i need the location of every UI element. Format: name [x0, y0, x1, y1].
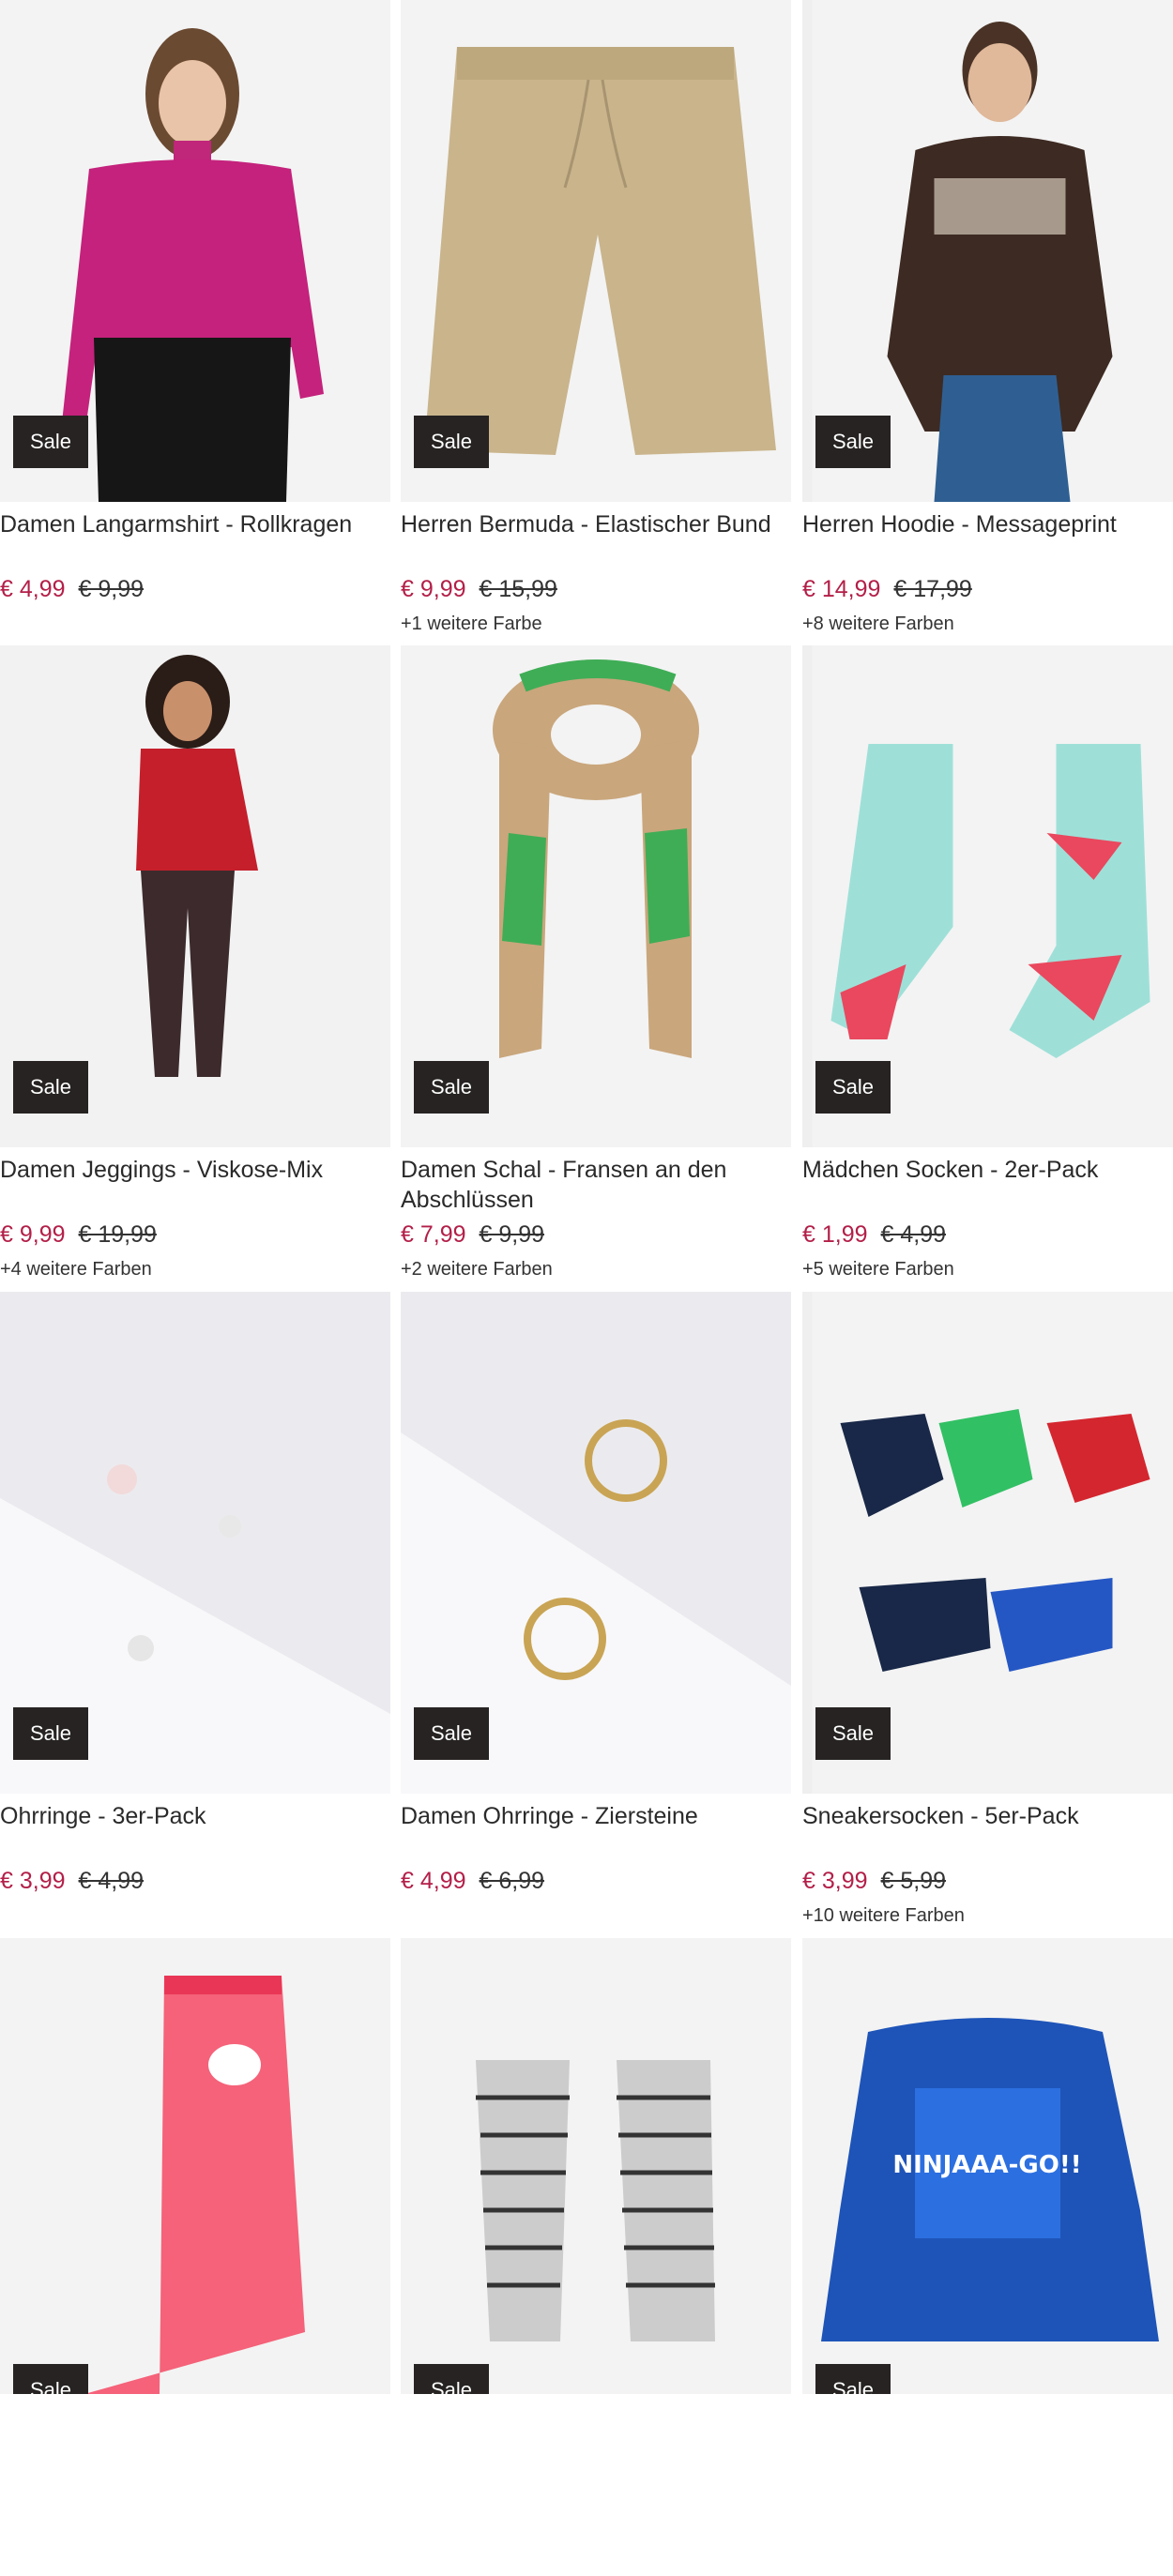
product-image[interactable]: Sale — [0, 1292, 390, 1794]
product-title[interactable]: Damen Schal - Fransen an den Abschlüssen — [401, 1155, 785, 1215]
product-title[interactable]: Sneakersocken - 5er-Pack — [802, 1801, 1173, 1831]
product-image[interactable]: Sale — [0, 645, 390, 1147]
product-title[interactable]: Damen Jeggings - Viskose-Mix — [0, 1155, 399, 1185]
sale-badge: Sale — [815, 2364, 891, 2394]
product-image[interactable]: Sale — [802, 0, 1173, 502]
sale-badge: Sale — [414, 1061, 489, 1114]
product-card[interactable]: Sale Herren Bermuda - Elastischer Bund €… — [401, 0, 791, 638]
price-row: € 1,99 € 4,99 — [802, 1221, 946, 1253]
original-price: € 9,99 — [79, 576, 145, 608]
sale-badge: Sale — [13, 1707, 88, 1760]
product-card[interactable]: Sale Damen Ohrringe - Ziersteine € 4,99 … — [401, 1292, 791, 1930]
sale-price: € 14,99 — [802, 576, 880, 608]
sale-badge: Sale — [815, 416, 891, 468]
product-image[interactable]: Sale — [802, 1292, 1173, 1794]
product-card[interactable]: Sale Mädchen Socken - 2er-Pack € 1,99 € … — [802, 645, 1173, 1283]
more-colors[interactable]: +4 weitere Farben — [0, 1259, 152, 1280]
product-card[interactable]: Sale Ohrringe - 3er-Pack € 3,99 € 4,99 — [0, 1292, 390, 1930]
product-image[interactable]: Sale — [401, 1292, 791, 1794]
product-card[interactable]: Sale Sneakersocken - 5er-Pack € 3,99 € 5… — [802, 1292, 1173, 1930]
product-image[interactable]: Sale — [401, 645, 791, 1147]
product-title[interactable]: Herren Hoodie - Messageprint — [802, 509, 1173, 539]
original-price: € 15,99 — [480, 576, 557, 608]
product-card[interactable]: Sale Damen Langarmshirt - Rollkragen € 4… — [0, 0, 390, 638]
price-row: € 9,99 € 19,99 — [0, 1221, 157, 1253]
svg-text:NINJAAA-GO!!: NINJAAA-GO!! — [892, 2151, 1081, 2179]
original-price: € 4,99 — [881, 1221, 947, 1253]
sale-price: € 4,99 — [401, 1868, 466, 1900]
product-image[interactable]: Sale — [0, 0, 390, 502]
sale-price: € 1,99 — [802, 1221, 868, 1253]
sale-badge: Sale — [414, 416, 489, 468]
original-price: € 19,99 — [79, 1221, 157, 1253]
sale-price: € 9,99 — [0, 1221, 66, 1253]
product-image[interactable]: NINJAAA-GO!! Sale — [802, 1938, 1173, 2394]
more-colors[interactable]: +8 weitere Farben — [802, 614, 954, 635]
price-row: € 3,99 € 4,99 — [0, 1868, 144, 1900]
product-card[interactable]: NINJAAA-GO!! Sale — [802, 1938, 1173, 2576]
price-row: € 14,99 € 17,99 — [802, 576, 972, 608]
sale-badge: Sale — [13, 1061, 88, 1114]
sale-price: € 3,99 — [0, 1868, 66, 1900]
sale-badge: Sale — [414, 2364, 489, 2394]
original-price: € 17,99 — [893, 576, 971, 608]
price-row: € 4,99 € 9,99 — [0, 576, 144, 608]
product-title[interactable]: Herren Bermuda - Elastischer Bund — [401, 509, 800, 539]
product-title[interactable]: Mädchen Socken - 2er-Pack — [802, 1155, 1173, 1185]
product-title[interactable]: Ohrringe - 3er-Pack — [0, 1801, 399, 1831]
more-colors[interactable]: +1 weitere Farbe — [401, 614, 542, 635]
original-price: € 4,99 — [79, 1868, 145, 1900]
original-price: € 9,99 — [480, 1221, 545, 1253]
sale-badge: Sale — [13, 416, 88, 468]
product-image[interactable]: Sale — [401, 0, 791, 502]
original-price: € 5,99 — [881, 1868, 947, 1900]
price-row: € 9,99 € 15,99 — [401, 576, 557, 608]
more-colors[interactable]: +10 weitere Farben — [802, 1905, 965, 1927]
sale-price: € 4,99 — [0, 576, 66, 608]
sale-price: € 9,99 — [401, 576, 466, 608]
sale-badge: Sale — [815, 1061, 891, 1114]
sale-badge: Sale — [815, 1707, 891, 1760]
product-card[interactable]: Sale Herren Hoodie - Messageprint € 14,9… — [802, 0, 1173, 638]
sale-badge: Sale — [13, 2364, 88, 2394]
original-price: € 6,99 — [480, 1868, 545, 1900]
more-colors[interactable]: +5 weitere Farben — [802, 1259, 954, 1280]
more-colors[interactable]: +2 weitere Farben — [401, 1259, 553, 1280]
price-row: € 3,99 € 5,99 — [802, 1868, 946, 1900]
product-image[interactable]: Sale — [0, 1938, 390, 2394]
product-image[interactable]: Sale — [401, 1938, 791, 2394]
product-card[interactable]: Sale Damen Schal - Fransen an den Abschl… — [401, 645, 791, 1283]
product-grid: Sale Damen Langarmshirt - Rollkragen € 4… — [0, 0, 1173, 2394]
product-card[interactable]: Sale Damen Jeggings - Viskose-Mix € 9,99… — [0, 645, 390, 1283]
sale-badge: Sale — [414, 1707, 489, 1760]
price-row: € 4,99 € 6,99 — [401, 1868, 544, 1900]
product-title[interactable]: Damen Langarmshirt - Rollkragen — [0, 509, 399, 539]
sale-price: € 7,99 — [401, 1221, 466, 1253]
product-card[interactable]: Sale — [401, 1938, 791, 2576]
product-title[interactable]: Damen Ohrringe - Ziersteine — [401, 1801, 785, 1831]
sale-price: € 3,99 — [802, 1868, 868, 1900]
product-image[interactable]: Sale — [802, 645, 1173, 1147]
product-card[interactable]: Sale — [0, 1938, 390, 2576]
price-row: € 7,99 € 9,99 — [401, 1221, 544, 1253]
